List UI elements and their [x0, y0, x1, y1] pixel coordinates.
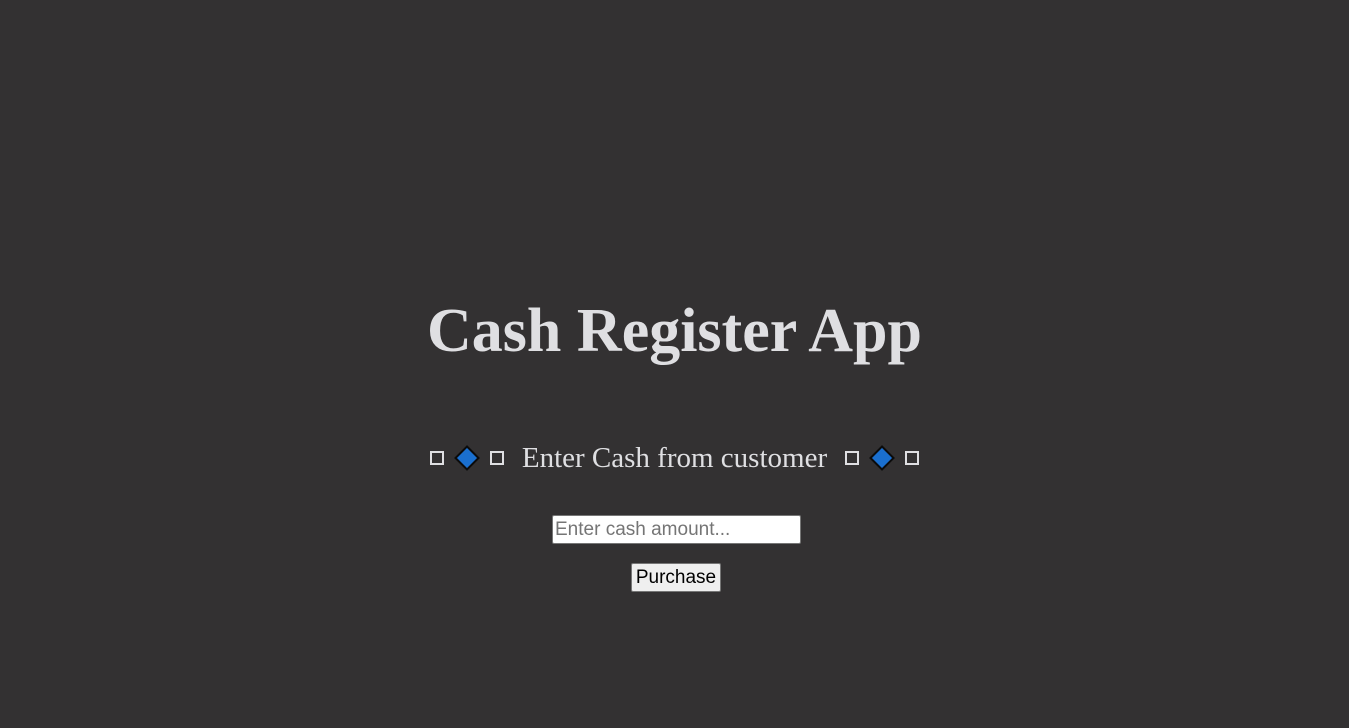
square-icon	[905, 451, 920, 465]
square-icon	[429, 451, 444, 465]
prompt-label: Enter Cash from customer	[521, 441, 828, 474]
diamond-icon	[869, 445, 896, 471]
diamond-icon	[453, 445, 480, 471]
purchase-button[interactable]: Purchase	[631, 563, 721, 592]
cash-input[interactable]	[552, 515, 801, 544]
square-icon	[489, 451, 504, 465]
cash-prompt: Enter Cash from customer	[0, 438, 1349, 478]
square-icon	[845, 451, 860, 465]
page-title: Cash Register App	[427, 297, 922, 365]
